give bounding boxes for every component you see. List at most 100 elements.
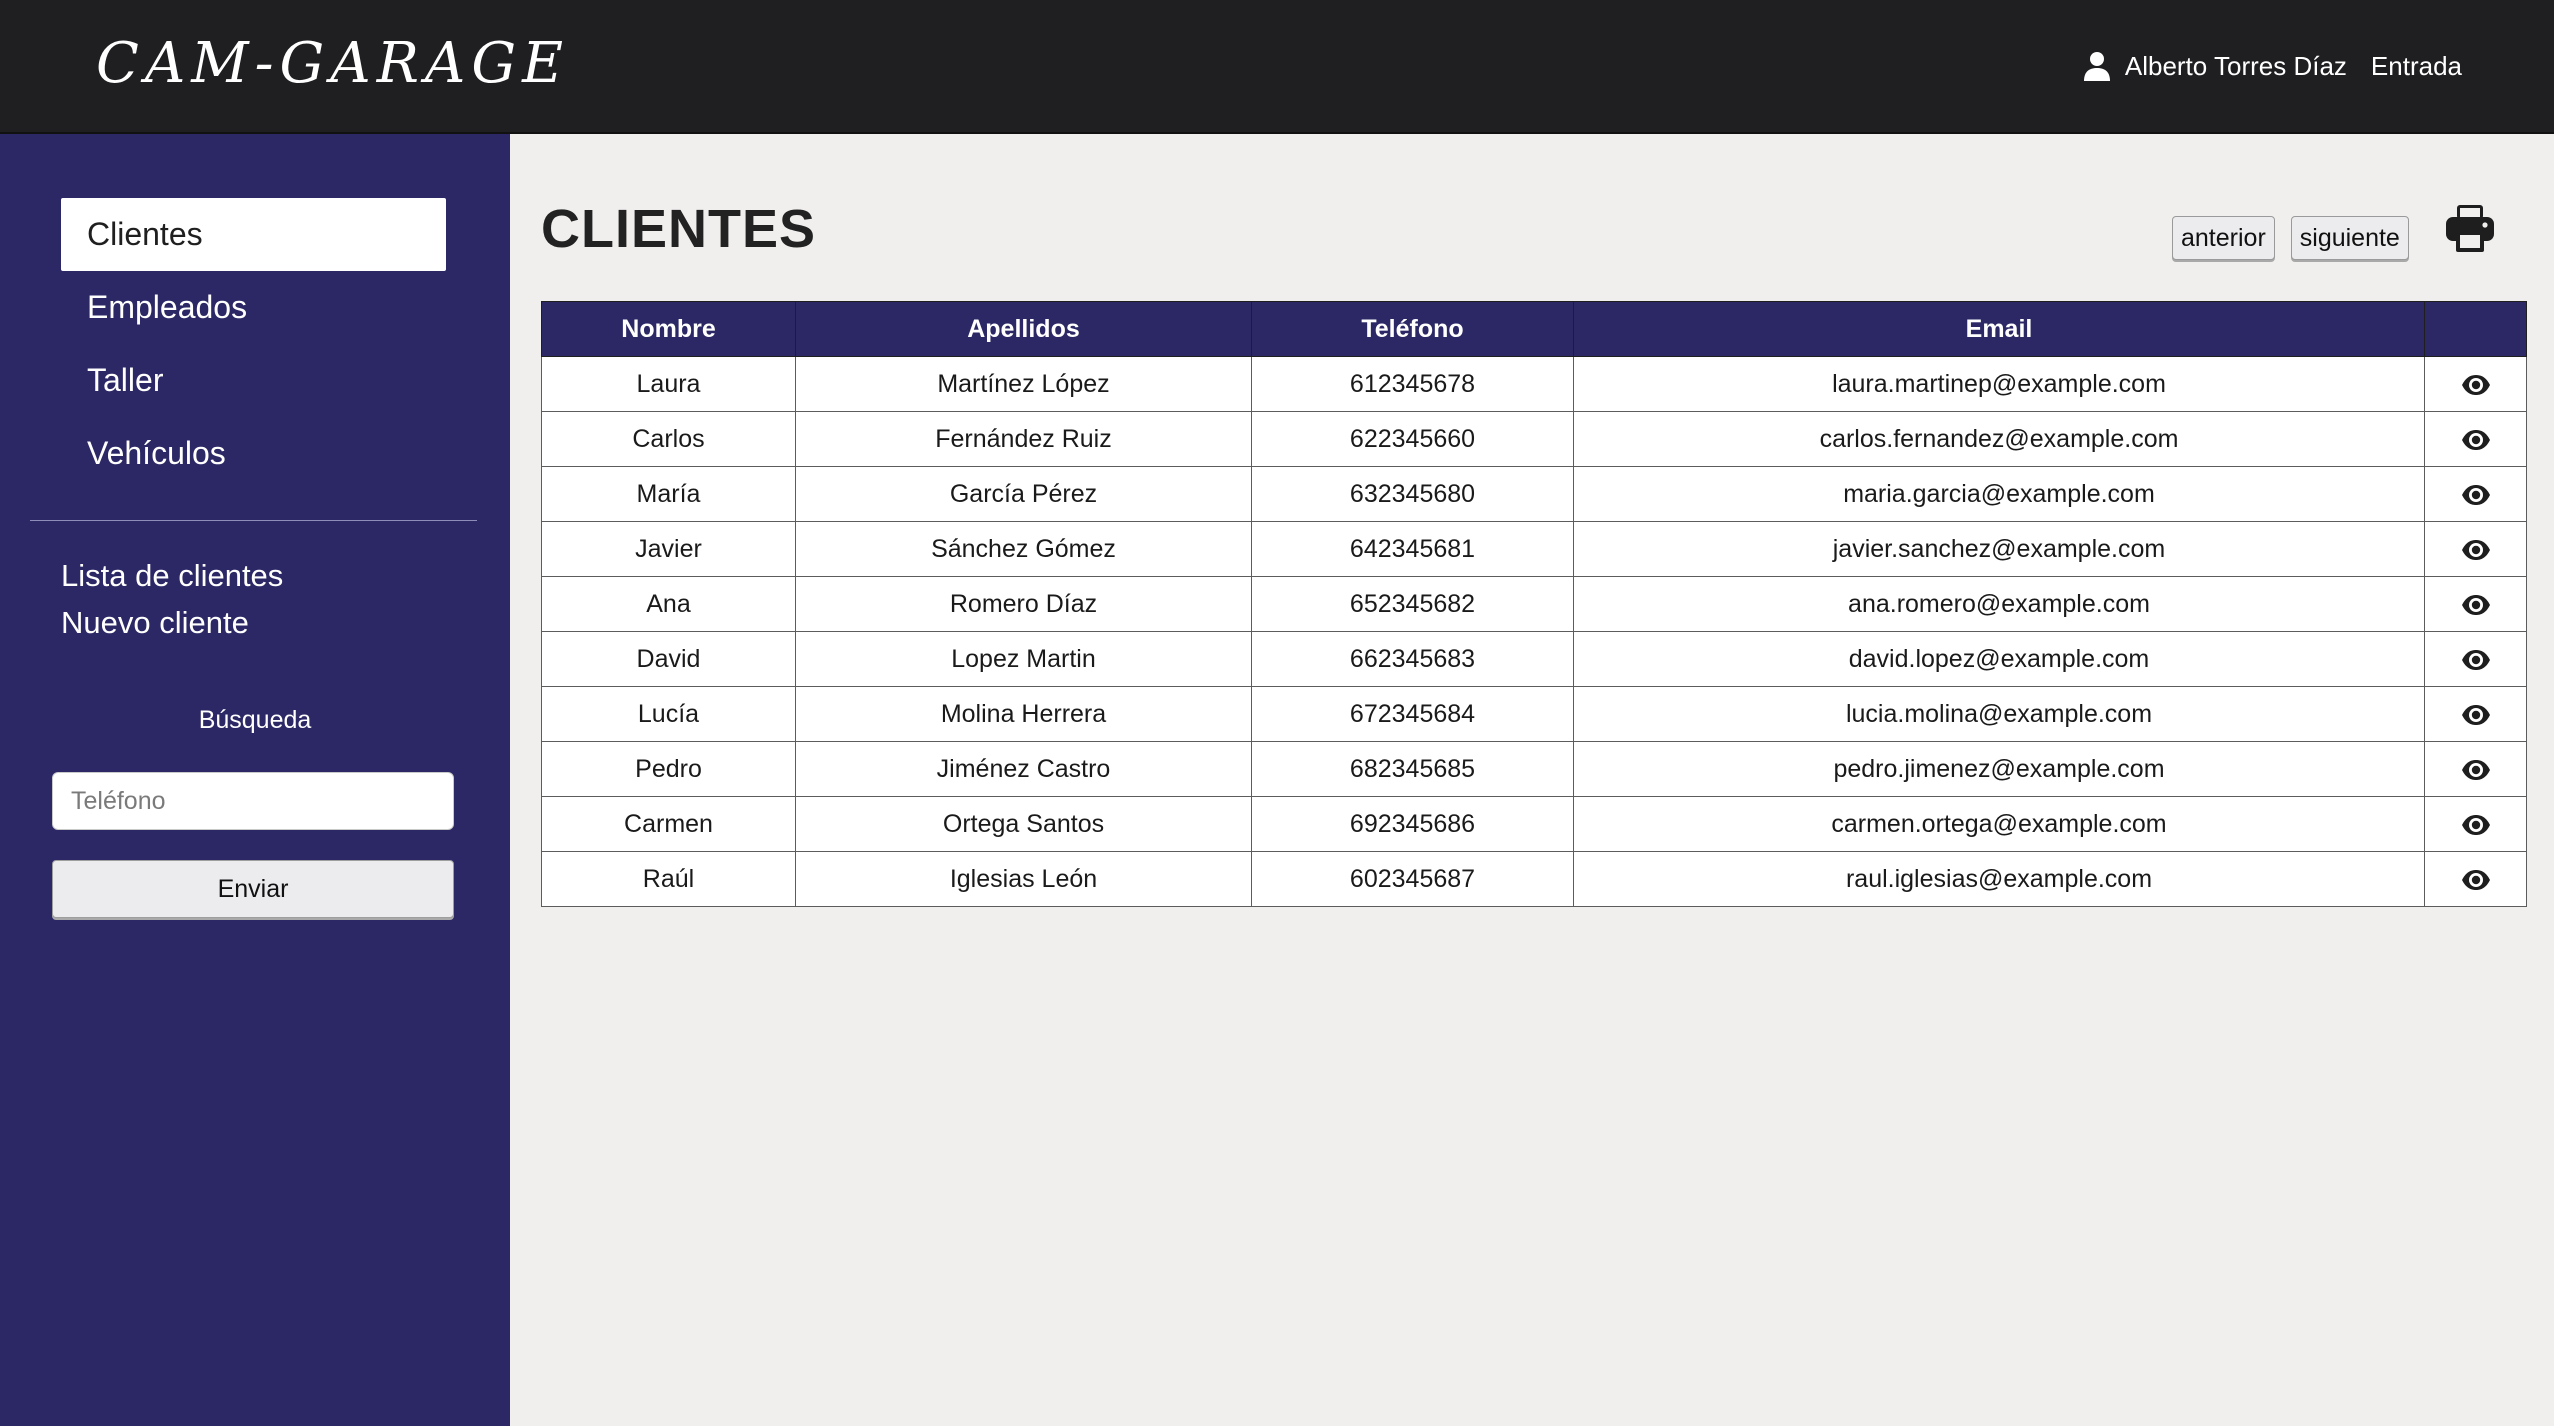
next-page-button[interactable]: siguiente <box>2290 216 2409 260</box>
table-row: David Lopez Martin 662345683 david.lopez@ex… <box>541 631 2527 687</box>
cell-email: javier.sanchez@example.com <box>1573 521 2425 577</box>
eye-icon[interactable] <box>2461 539 2491 561</box>
column-header-telefono[interactable]: Teléfono <box>1251 301 1574 357</box>
table-row: Ana Romero Díaz 652345682 ana.romero@exampl… <box>541 576 2527 632</box>
eye-icon[interactable] <box>2461 869 2491 891</box>
column-header-email[interactable]: Email <box>1573 301 2425 357</box>
cell-nombre: Pedro <box>541 741 796 797</box>
eye-icon[interactable] <box>2461 814 2491 836</box>
cell-telefono: 642345681 <box>1251 521 1574 577</box>
clients-table: Nombre Apellidos Teléfono Email Laura Mar… <box>541 301 2527 907</box>
table-row: Raúl Iglesias León 602345687 raul.iglesias@… <box>541 851 2527 907</box>
cell-apellidos: Romero Díaz <box>795 576 1252 632</box>
sidebar-item-clientes[interactable]: Clientes <box>61 198 446 271</box>
cell-apellidos: Ortega Santos <box>795 796 1252 852</box>
cell-apellidos: Iglesias León <box>795 851 1252 907</box>
cell-telefono: 652345682 <box>1251 576 1574 632</box>
cell-apellidos: Molina Herrera <box>795 686 1252 742</box>
cell-nombre: Carlos <box>541 411 796 467</box>
cell-actions <box>2424 796 2527 852</box>
previous-page-button[interactable]: anterior <box>2172 216 2275 260</box>
sidebar: Clientes Empleados Taller Vehículos List… <box>0 134 510 1426</box>
cell-actions <box>2424 411 2527 467</box>
eye-icon[interactable] <box>2461 704 2491 726</box>
cell-actions <box>2424 466 2527 522</box>
column-header-apellidos[interactable]: Apellidos <box>795 301 1252 357</box>
table-header-row: Nombre Apellidos Teléfono Email <box>541 301 2527 357</box>
search-label: Búsqueda <box>198 706 312 734</box>
brand-logo[interactable]: CAM-GARAGE <box>96 28 569 100</box>
cell-actions <box>2424 741 2527 797</box>
pagination: anterior siguiente <box>2172 216 2409 260</box>
eye-icon[interactable] <box>2461 759 2491 781</box>
cell-apellidos: Martínez López <box>795 356 1252 412</box>
cell-email: raul.iglesias@example.com <box>1573 851 2425 907</box>
table-row: María García Pérez 632345680 maria.garcia@e… <box>541 466 2527 522</box>
cell-email: maria.garcia@example.com <box>1573 466 2425 522</box>
cell-telefono: 612345678 <box>1251 356 1574 412</box>
cell-apellidos: Sánchez Gómez <box>795 521 1252 577</box>
cell-nombre: María <box>541 466 796 522</box>
cell-telefono: 672345684 <box>1251 686 1574 742</box>
sidebar-divider <box>30 520 477 521</box>
cell-nombre: Ana <box>541 576 796 632</box>
table-row: Pedro Jiménez Castro 682345685 pedro.jimene… <box>541 741 2527 797</box>
cell-telefono: 632345680 <box>1251 466 1574 522</box>
table-row: Lucía Molina Herrera 672345684 lucia.molina… <box>541 686 2527 742</box>
eye-icon[interactable] <box>2461 374 2491 396</box>
eye-icon[interactable] <box>2461 594 2491 616</box>
cell-email: lucia.molina@example.com <box>1573 686 2425 742</box>
cell-actions <box>2424 576 2527 632</box>
column-header-actions <box>2424 301 2527 357</box>
sidebar-item-vehiculos[interactable]: Vehículos <box>61 417 446 490</box>
phone-search-input[interactable] <box>52 772 454 830</box>
cell-telefono: 682345685 <box>1251 741 1574 797</box>
cell-actions <box>2424 356 2527 412</box>
cell-apellidos: García Pérez <box>795 466 1252 522</box>
cell-apellidos: Lopez Martin <box>795 631 1252 687</box>
cell-nombre: Javier <box>541 521 796 577</box>
cell-nombre: Lucía <box>541 686 796 742</box>
cell-nombre: Laura <box>541 356 796 412</box>
cell-email: laura.martinep@example.com <box>1573 356 2425 412</box>
eye-icon[interactable] <box>2461 649 2491 671</box>
sidebar-nav: Clientes Empleados Taller Vehículos <box>61 198 446 490</box>
cell-nombre: David <box>541 631 796 687</box>
login-link[interactable]: Entrada <box>2371 51 2462 82</box>
top-navbar: CAM-GARAGE Alberto Torres Díaz Entrada <box>0 0 2554 134</box>
cell-telefono: 662345683 <box>1251 631 1574 687</box>
cell-email: pedro.jimenez@example.com <box>1573 741 2425 797</box>
cell-apellidos: Fernández Ruiz <box>795 411 1252 467</box>
cell-nombre: Raúl <box>541 851 796 907</box>
sidebar-item-empleados[interactable]: Empleados <box>61 271 446 344</box>
cell-email: david.lopez@example.com <box>1573 631 2425 687</box>
table-row: Carlos Fernández Ruiz 622345660 carlos.fern… <box>541 411 2527 467</box>
cell-actions <box>2424 851 2527 907</box>
cell-email: carlos.fernandez@example.com <box>1573 411 2425 467</box>
table-row: Carmen Ortega Santos 692345686 carmen.orteg… <box>541 796 2527 852</box>
column-header-nombre[interactable]: Nombre <box>541 301 796 357</box>
eye-icon[interactable] <box>2461 484 2491 506</box>
cell-actions <box>2424 686 2527 742</box>
cell-nombre: Carmen <box>541 796 796 852</box>
submit-search-button[interactable]: Enviar <box>52 860 454 918</box>
cell-telefono: 692345686 <box>1251 796 1574 852</box>
cell-apellidos: Jiménez Castro <box>795 741 1252 797</box>
client-list-link[interactable]: Lista de clientes <box>61 552 283 599</box>
cell-telefono: 622345660 <box>1251 411 1574 467</box>
table-row: Laura Martínez López 612345678 laura.martin… <box>541 356 2527 412</box>
page-title: CLIENTES <box>541 199 817 259</box>
table-row: Javier Sánchez Gómez 642345681 javier.sanch… <box>541 521 2527 577</box>
eye-icon[interactable] <box>2461 429 2491 451</box>
new-client-link[interactable]: Nuevo cliente <box>61 599 283 646</box>
sidebar-item-taller[interactable]: Taller <box>61 344 446 417</box>
user-name[interactable]: Alberto Torres Díaz <box>2125 51 2347 82</box>
cell-actions <box>2424 631 2527 687</box>
printer-icon[interactable] <box>2444 202 2496 254</box>
sidebar-sub-links: Lista de clientes Nuevo cliente <box>61 552 283 646</box>
cell-email: carmen.ortega@example.com <box>1573 796 2425 852</box>
cell-telefono: 602345687 <box>1251 851 1574 907</box>
user-area: Alberto Torres Díaz Entrada <box>2083 0 2462 132</box>
cell-actions <box>2424 521 2527 577</box>
cell-email: ana.romero@example.com <box>1573 576 2425 632</box>
